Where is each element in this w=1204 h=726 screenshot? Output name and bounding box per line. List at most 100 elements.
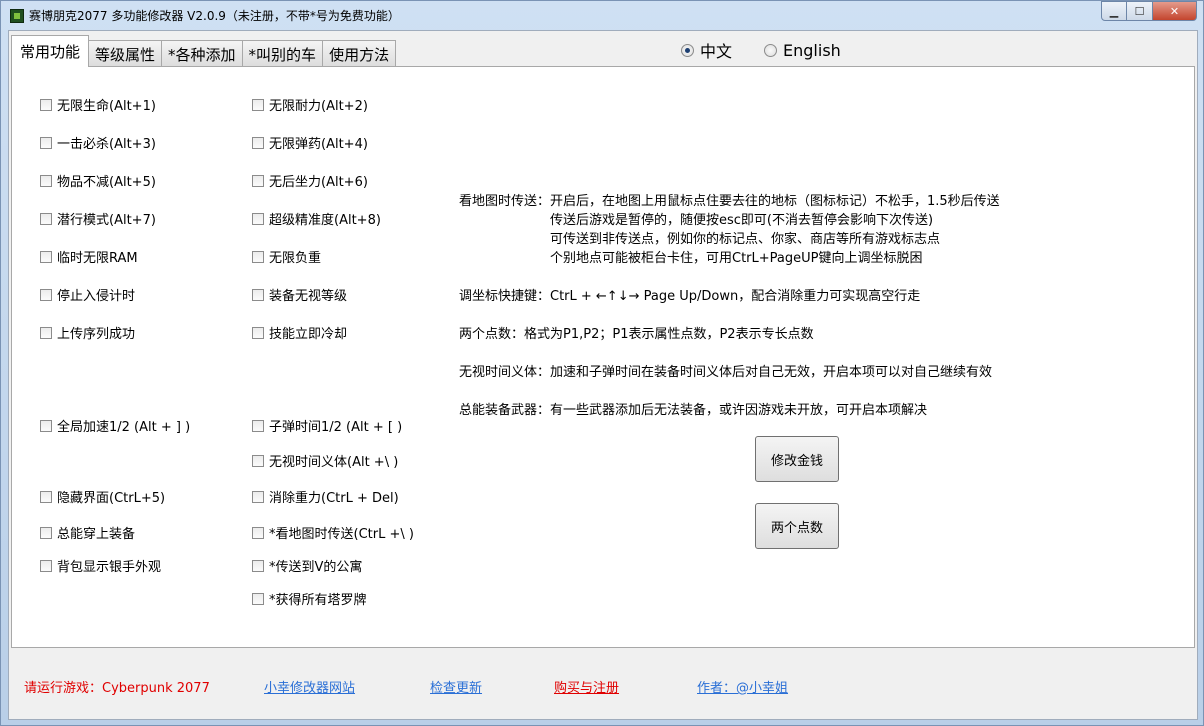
checkbox[interactable]: [252, 98, 264, 111]
checkbox[interactable]: [252, 490, 264, 503]
checkbox[interactable]: [40, 326, 52, 339]
option-label: 总能穿上装备: [57, 527, 136, 542]
tab-call-cars[interactable]: *叫别的车: [241, 40, 324, 67]
checkbox[interactable]: [40, 174, 52, 187]
option-ignore-time-implant[interactable]: 无视时间义体(Alt +\ ): [252, 451, 398, 470]
checkbox[interactable]: [40, 250, 52, 263]
option-temp-infinite-ram[interactable]: 临时无限RAM: [40, 247, 138, 266]
minimize-button[interactable]: ▁: [1101, 1, 1127, 21]
window-title: 赛博朋克2077 多功能修改器 V2.0.9（未注册，不带*号为免费功能）: [29, 9, 400, 23]
option-label: 隐藏界面(CtrL+5): [57, 491, 166, 506]
option-label: 无限生命(Alt+1): [57, 99, 156, 114]
info-map-teleport-line2: 传送后游戏是暂停的，随便按esc即可(不消去暂停会影响下次传送): [550, 213, 934, 228]
option-global-speed-half[interactable]: 全局加速1/2 (Alt + ] ): [40, 416, 190, 435]
check-update-link[interactable]: 检查更新: [430, 677, 482, 696]
tab-panel-common: 无限生命(Alt+1) 一击必杀(Alt+3) 物品不减(Alt+5) 潜行模式…: [11, 66, 1195, 648]
option-instant-skill-cooldown[interactable]: 技能立即冷却: [252, 323, 347, 342]
option-get-all-tarot[interactable]: *获得所有塔罗牌: [252, 589, 367, 608]
option-label: 潜行模式(Alt+7): [57, 213, 156, 228]
tab-level-attributes[interactable]: 等级属性: [88, 40, 163, 67]
title-bar[interactable]: 赛博朋克2077 多功能修改器 V2.0.9（未注册，不带*号为免费功能） ▁ …: [1, 1, 1203, 29]
checkbox[interactable]: [252, 419, 264, 432]
option-label: 停止入侵计时: [57, 289, 136, 304]
tab-bar: 常用功能 等级属性 *各种添加 *叫别的车 使用方法: [11, 35, 397, 67]
checkbox[interactable]: [252, 136, 264, 149]
option-bullet-time-half[interactable]: 子弹时间1/2 (Alt + [ ): [252, 416, 402, 435]
language-label-english: English: [783, 40, 841, 60]
modify-money-button[interactable]: 修改金钱: [755, 436, 839, 482]
checkbox[interactable]: [252, 212, 264, 225]
checkbox[interactable]: [252, 326, 264, 339]
checkbox[interactable]: [40, 212, 52, 225]
option-inventory-silverhand-look[interactable]: 背包显示银手外观: [40, 556, 161, 575]
option-label: 无限负重: [269, 251, 322, 266]
option-label: 一击必杀(Alt+3): [57, 137, 156, 152]
checkbox[interactable]: [40, 526, 52, 539]
author-link[interactable]: 作者：@小幸姐: [697, 677, 788, 696]
option-hide-ui[interactable]: 隐藏界面(CtrL+5): [40, 487, 165, 506]
option-infinite-carry-weight[interactable]: 无限负重: [252, 247, 321, 266]
tab-add-items[interactable]: *各种添加: [161, 40, 243, 67]
option-remove-gravity[interactable]: 消除重力(CtrL + Del): [252, 487, 399, 506]
checkbox[interactable]: [252, 454, 264, 467]
info-map-teleport-line4: 个别地点可能被柜台卡住，可用CtrL+PageUP键向上调坐标脱困: [550, 251, 923, 266]
close-button[interactable]: ✕: [1153, 1, 1197, 21]
option-items-no-decrease[interactable]: 物品不减(Alt+5): [40, 171, 156, 190]
checkbox[interactable]: [252, 174, 264, 187]
option-upload-sequence-success[interactable]: 上传序列成功: [40, 323, 135, 342]
language-option-chinese[interactable]: 中文: [681, 38, 732, 62]
info-map-teleport-line3: 可传送到非传送点，例如你的标记点、你家、商店等所有游戏标志点: [550, 232, 941, 247]
option-one-hit-kill[interactable]: 一击必杀(Alt+3): [40, 133, 156, 152]
info-ignore-time-implant: 无视时间义体：加速和子弹时间在装备时间义体后对自己无效，开启本项可以对自己继续有…: [459, 365, 993, 380]
option-stop-hack-timer[interactable]: 停止入侵计时: [40, 285, 135, 304]
option-label: 装备无视等级: [269, 289, 348, 304]
buy-register-link[interactable]: 购买与注册: [554, 677, 619, 696]
tab-common[interactable]: 常用功能: [11, 35, 90, 67]
language-option-english[interactable]: English: [764, 41, 841, 60]
checkbox[interactable]: [40, 559, 52, 572]
option-map-teleport[interactable]: *看地图时传送(CtrL +\ ): [252, 523, 414, 542]
client-area: 常用功能 等级属性 *各种添加 *叫别的车 使用方法 中文 English 无限…: [8, 30, 1198, 720]
info-map-teleport: 看地图时传送：开启后，在地图上用鼠标点住要去往的地标（图标标记）不松手，1.5秒…: [459, 194, 1000, 209]
checkbox[interactable]: [40, 288, 52, 301]
language-label-chinese: 中文: [700, 42, 733, 61]
option-label: 全局加速1/2 (Alt + ] ): [57, 420, 191, 435]
option-infinite-stamina[interactable]: 无限耐力(Alt+2): [252, 95, 368, 114]
option-label: 上传序列成功: [57, 327, 136, 342]
checkbox[interactable]: [40, 490, 52, 503]
app-window: 赛博朋克2077 多功能修改器 V2.0.9（未注册，不带*号为免费功能） ▁ …: [0, 0, 1204, 726]
radio-english[interactable]: [764, 43, 778, 57]
checkbox[interactable]: [40, 419, 52, 432]
checkbox[interactable]: [40, 136, 52, 149]
option-ignore-equip-level[interactable]: 装备无视等级: [252, 285, 347, 304]
maximize-button[interactable]: ☐: [1127, 1, 1153, 21]
option-label: 无视时间义体(Alt +\ ): [269, 455, 399, 470]
radio-chinese[interactable]: [681, 43, 694, 57]
checkbox[interactable]: [252, 559, 264, 572]
info-always-equip-weapons: 总能装备武器：有一些武器添加后无法装备，或许因游戏未开放，可开启本项解决: [459, 403, 928, 418]
option-infinite-health[interactable]: 无限生命(Alt+1): [40, 95, 156, 114]
option-label: 消除重力(CtrL + Del): [269, 491, 399, 506]
option-label: *传送到V的公寓: [269, 560, 363, 575]
option-label: 技能立即冷却: [269, 327, 348, 342]
website-link[interactable]: 小幸修改器网站: [264, 677, 355, 696]
window-controls: ▁ ☐ ✕: [1101, 1, 1197, 21]
game-status-text: 请运行游戏：Cyberpunk 2077: [24, 681, 210, 696]
two-points-button[interactable]: 两个点数: [755, 503, 839, 549]
option-always-wear-equipment[interactable]: 总能穿上装备: [40, 523, 135, 542]
option-no-recoil[interactable]: 无后坐力(Alt+6): [252, 171, 368, 190]
checkbox[interactable]: [252, 288, 264, 301]
option-label: 物品不减(Alt+5): [57, 175, 156, 190]
option-label: 临时无限RAM: [57, 251, 138, 266]
option-label: 子弹时间1/2 (Alt + [ ): [269, 420, 403, 435]
option-infinite-ammo[interactable]: 无限弹药(Alt+4): [252, 133, 368, 152]
tab-usage[interactable]: 使用方法: [322, 40, 397, 67]
checkbox[interactable]: [252, 526, 264, 539]
checkbox[interactable]: [40, 98, 52, 111]
option-super-accuracy[interactable]: 超级精准度(Alt+8): [252, 209, 381, 228]
option-stealth-mode[interactable]: 潜行模式(Alt+7): [40, 209, 156, 228]
checkbox[interactable]: [252, 592, 264, 605]
checkbox[interactable]: [252, 250, 264, 263]
option-teleport-v-apartment[interactable]: *传送到V的公寓: [252, 556, 362, 575]
option-label: 无后坐力(Alt+6): [269, 175, 368, 190]
